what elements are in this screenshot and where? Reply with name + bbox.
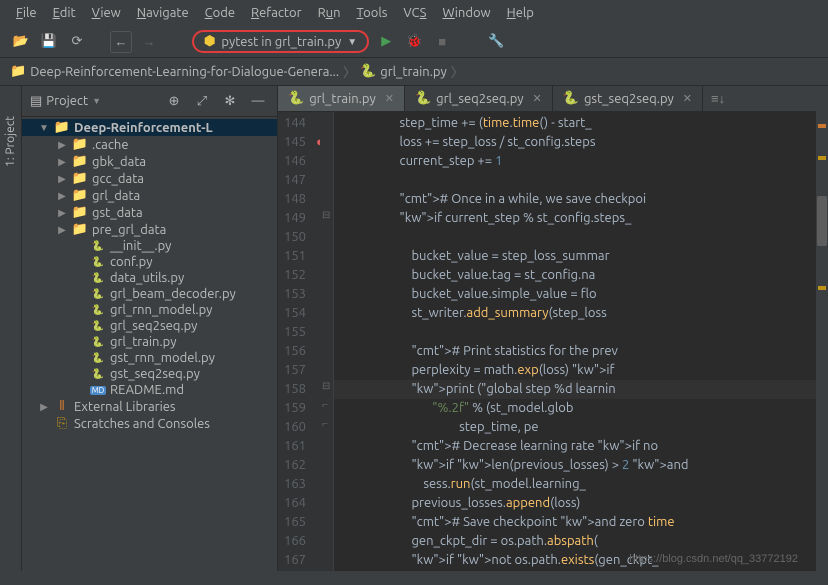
breadcrumb-project[interactable]: Deep-Reinforcement-Learning-for-Dialogue… (30, 65, 339, 79)
source-code[interactable]: step_time += (time.time() - start_ loss … (334, 112, 828, 571)
tree-file[interactable]: 🐍grl_beam_decoder.py (22, 286, 277, 302)
editor-tab[interactable]: 🐍grl_train.py✕ (278, 86, 405, 111)
python-file-icon: 🐍 (563, 91, 579, 106)
stop-button[interactable]: ■ (431, 31, 453, 53)
project-view-icon: ▤ (30, 94, 42, 109)
close-icon[interactable]: ✕ (385, 92, 394, 105)
error-stripe-mark[interactable] (818, 124, 826, 128)
close-icon[interactable]: ✕ (683, 92, 692, 105)
main-menu-bar: File Edit View Navigate Code Refactor Ru… (0, 0, 828, 26)
tree-folder[interactable]: ▶📁gst_data (22, 204, 277, 221)
menu-view[interactable]: View (86, 4, 127, 22)
project-tool-window: ▤ Project ▼ ⊕ ⤢ ✻ — ▼📁Deep-Reinforcement… (22, 86, 278, 571)
hide-icon[interactable]: — (247, 90, 269, 112)
main-toolbar: 📂 💾 ⟳ ← → ⬢ pytest in grl_train.py ▼ ▶ 🐞… (0, 26, 828, 58)
open-icon[interactable]: 📂 (10, 31, 32, 53)
code-area[interactable]: 1441451461471481491501511521531541551561… (278, 112, 828, 571)
menu-edit[interactable]: Edit (47, 4, 82, 22)
project-header: ▤ Project ▼ ⊕ ⤢ ✻ — (22, 86, 277, 117)
warning-stripe-mark[interactable] (818, 286, 826, 290)
locate-icon[interactable]: ⊕ (163, 90, 185, 112)
gear-icon[interactable]: ✻ (219, 90, 241, 112)
menu-refactor[interactable]: Refactor (245, 4, 308, 22)
scrollbar-thumb[interactable] (817, 196, 827, 246)
editor-tab[interactable]: 🐍gst_seq2seq.py✕ (553, 86, 703, 111)
run-config-label: pytest in grl_train.py (221, 35, 341, 49)
tree-folder[interactable]: ▶📁pre_grl_data (22, 221, 277, 238)
editor-tabs: 🐍grl_train.py✕🐍grl_seq2seq.py✕🐍gst_seq2s… (278, 86, 828, 112)
tree-external-libraries[interactable]: ▶⫴External Libraries (22, 398, 277, 415)
tree-file[interactable]: MDREADME.md (22, 382, 277, 398)
watermark-text: https://blog.csdn.net/qq_33772192 (629, 553, 798, 565)
breadcrumb-separator: 〉 (451, 62, 464, 81)
project-title[interactable]: Project (46, 94, 88, 108)
tree-scratches[interactable]: ⎘Scratches and Consoles (22, 415, 277, 432)
tree-file[interactable]: 🐍__init__.py (22, 238, 277, 254)
forward-button[interactable]: → (138, 31, 160, 53)
menu-run[interactable]: Run (312, 4, 347, 22)
back-button[interactable]: ← (110, 31, 132, 53)
menu-window[interactable]: Window (436, 4, 496, 22)
close-icon[interactable]: ✕ (533, 92, 542, 105)
debug-button[interactable]: 🐞 (403, 31, 425, 53)
editor-area: 🐍grl_train.py✕🐍grl_seq2seq.py✕🐍gst_seq2s… (278, 86, 828, 571)
tree-folder[interactable]: ▶📁grl_data (22, 187, 277, 204)
breadcrumb: 📁 Deep-Reinforcement-Learning-for-Dialog… (0, 58, 828, 86)
python-file-icon: 🐍 (415, 91, 431, 106)
sync-icon[interactable]: ⟳ (66, 31, 88, 53)
python-file-icon: 🐍 (360, 64, 376, 79)
menu-help[interactable]: Help (501, 4, 540, 22)
tree-folder[interactable]: ▶📁gbk_data (22, 153, 277, 170)
pytest-icon: ⬢ (204, 34, 215, 49)
fold-column[interactable]: ⊟⊟⌐⌐ (320, 112, 334, 571)
run-config-selector[interactable]: ⬢ pytest in grl_train.py ▼ (192, 30, 369, 53)
menu-vcs[interactable]: VCS (397, 4, 432, 22)
tree-file[interactable]: 🐍gst_seq2seq.py (22, 366, 277, 382)
tree-file[interactable]: 🐍grl_rnn_model.py (22, 302, 277, 318)
tree-file[interactable]: 🐍gst_rnn_model.py (22, 350, 277, 366)
tree-root[interactable]: ▼📁Deep-Reinforcement-L (22, 119, 277, 136)
menu-navigate[interactable]: Navigate (131, 4, 195, 22)
line-gutter[interactable]: 1441451461471481491501511521531541551561… (278, 112, 320, 571)
tree-file[interactable]: 🐍grl_seq2seq.py (22, 318, 277, 334)
menu-file[interactable]: File (10, 4, 43, 22)
python-file-icon: 🐍 (288, 91, 304, 106)
chevron-down-icon[interactable]: ▼ (92, 96, 101, 106)
tree-folder[interactable]: ▶📁.cache (22, 136, 277, 153)
tree-folder[interactable]: ▶📁gcc_data (22, 170, 277, 187)
project-toolwindow-tab[interactable]: 1: Project (4, 116, 17, 167)
save-all-icon[interactable]: 💾 (38, 31, 60, 53)
menu-tools[interactable]: Tools (351, 4, 394, 22)
menu-code[interactable]: Code (199, 4, 241, 22)
tree-file[interactable]: 🐍data_utils.py (22, 270, 277, 286)
tabs-overflow-icon[interactable]: ≡↓ (703, 86, 733, 111)
editor-tab[interactable]: 🐍grl_seq2seq.py✕ (405, 86, 553, 111)
folder-icon: 📁 (10, 64, 26, 79)
main-area: 1: Project ▤ Project ▼ ⊕ ⤢ ✻ — ▼📁Deep-Re… (0, 86, 828, 571)
warning-stripe-mark[interactable] (818, 156, 826, 160)
expand-icon[interactable]: ⤢ (191, 90, 213, 112)
left-gutter-toolstrip: 1: Project (0, 86, 22, 571)
settings-wrench-icon[interactable]: 🔧 (485, 31, 507, 53)
tree-file[interactable]: 🐍conf.py (22, 254, 277, 270)
breadcrumb-file[interactable]: grl_train.py (380, 65, 447, 79)
run-button[interactable]: ▶ (375, 31, 397, 53)
breadcrumb-separator: 〉 (343, 62, 356, 81)
tree-file[interactable]: 🐍grl_train.py (22, 334, 277, 350)
vertical-scrollbar[interactable] (816, 112, 828, 571)
chevron-down-icon: ▼ (347, 36, 357, 48)
project-tree[interactable]: ▼📁Deep-Reinforcement-L ▶📁.cache▶📁gbk_dat… (22, 117, 277, 571)
